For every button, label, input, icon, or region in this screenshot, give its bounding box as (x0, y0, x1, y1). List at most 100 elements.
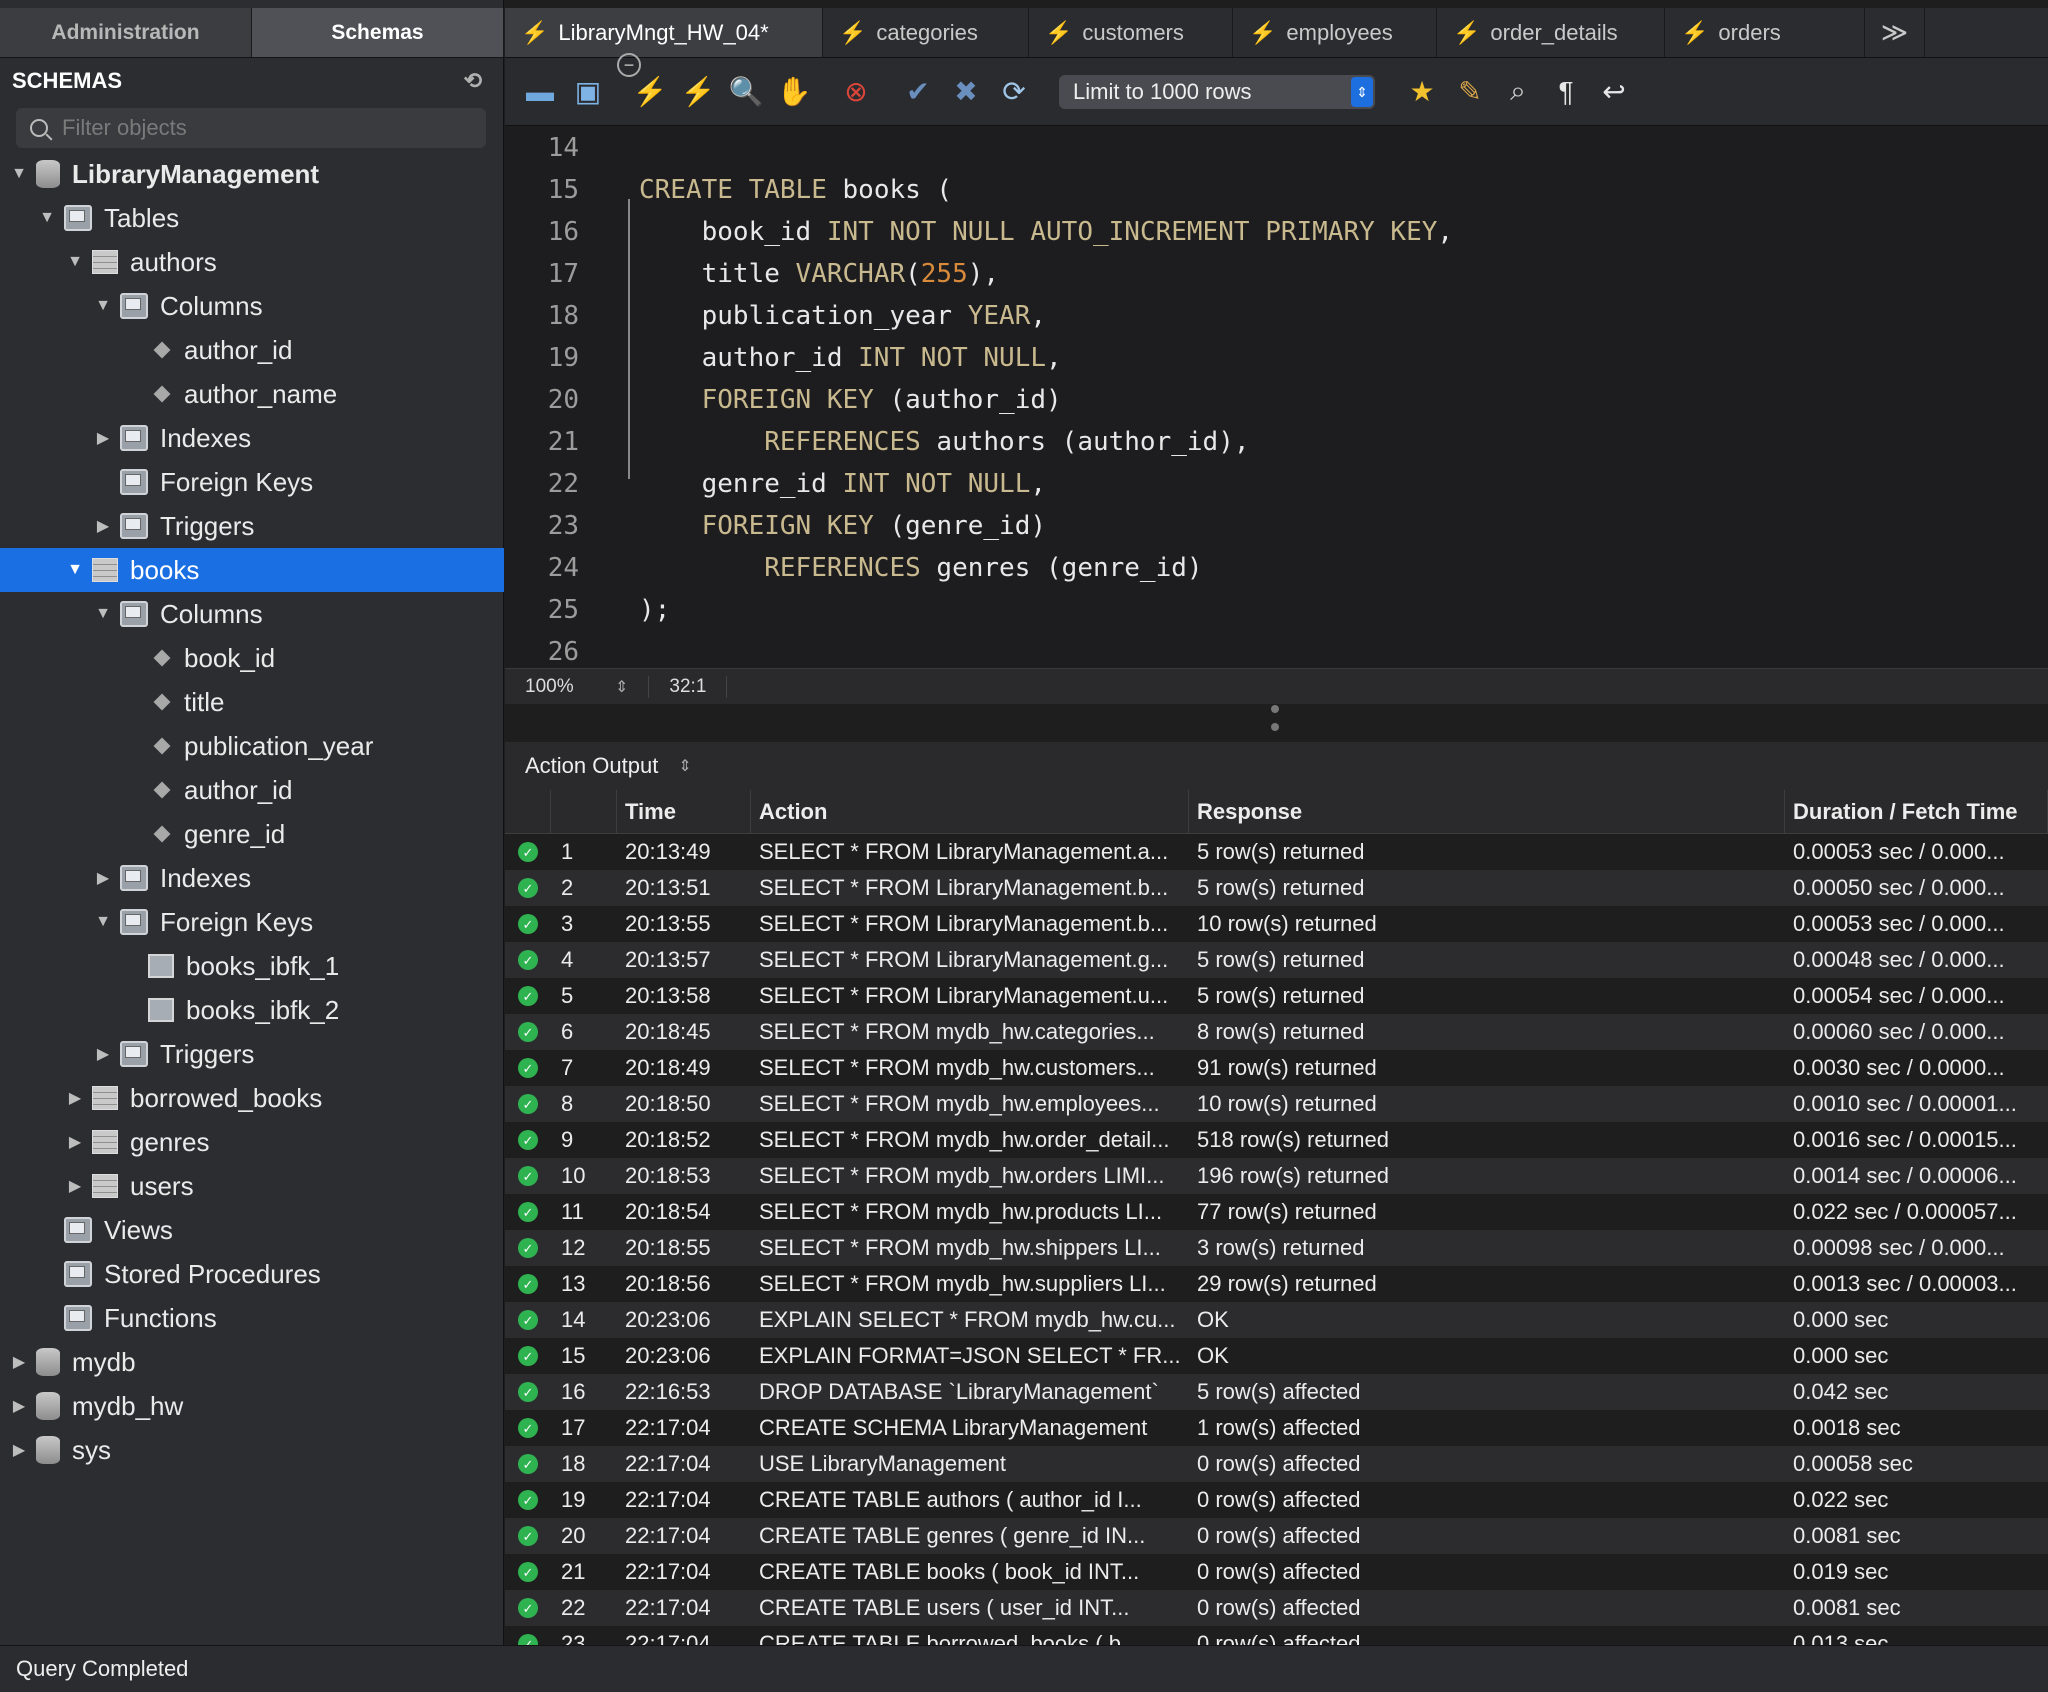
tab-orders[interactable]: ⚡ orders (1665, 8, 1865, 57)
split-handle[interactable] (1270, 700, 1280, 736)
table-row[interactable]: ✓ 22 22:17:04 CREATE TABLE users ( user_id … (505, 1590, 2048, 1626)
tree-item-title[interactable]: title (0, 680, 504, 724)
tree-item-author-id[interactable]: author_id (0, 768, 504, 812)
table-row[interactable]: ✓ 1 20:13:49 SELECT * FROM LibraryManagemen… (505, 834, 2048, 870)
tree-item-mydb-hw[interactable]: ▶ mydb_hw (0, 1384, 504, 1428)
tree-item-mydb[interactable]: ▶ mydb (0, 1340, 504, 1384)
table-row[interactable]: ✓ 4 20:13:57 SELECT * FROM LibraryManagemen… (505, 942, 2048, 978)
tree-item-books[interactable]: ▼ books (0, 548, 504, 592)
save-icon[interactable]: ▣ (571, 75, 605, 109)
tree-item-publication-year[interactable]: publication_year (0, 724, 504, 768)
zoom-stepper-icon[interactable]: ⇕ (615, 677, 628, 697)
tree-item-functions[interactable]: Functions (0, 1296, 504, 1340)
execute-current-icon[interactable]: ⚡ (681, 75, 716, 109)
tree-item-views[interactable]: Views (0, 1208, 504, 1252)
chevron-right-icon[interactable]: ▶ (10, 1396, 28, 1416)
tab-categories[interactable]: ⚡ categories (823, 8, 1029, 57)
execute-icon[interactable]: ⚡ (633, 75, 668, 109)
table-row[interactable]: ✓ 7 20:18:49 SELECT * FROM mydb_hw.customer… (505, 1050, 2048, 1086)
table-row[interactable]: ✓ 12 20:18:55 SELECT * FROM mydb_hw.shipper… (505, 1230, 2048, 1266)
table-row[interactable]: ✓ 18 22:17:04 USE LibraryManagement 0 row(s)… (505, 1446, 2048, 1482)
tree-item-books-ibfk-2[interactable]: books_ibfk_2 (0, 988, 504, 1032)
autocommit-icon[interactable]: ⟳ (997, 75, 1031, 109)
tab-employees[interactable]: ⚡ employees (1233, 8, 1437, 57)
chevron-right-icon[interactable]: ▶ (66, 1088, 84, 1108)
find-icon[interactable]: ⌕ (1501, 75, 1535, 109)
table-row[interactable]: ✓ 20 22:17:04 CREATE TABLE genres ( genre_i… (505, 1518, 2048, 1554)
wrap-icon[interactable]: ↩ (1597, 75, 1631, 109)
tree-item-indexes[interactable]: ▶ Indexes (0, 856, 504, 900)
table-row[interactable]: ✓ 14 20:23:06 EXPLAIN SELECT * FROM mydb_hw… (505, 1302, 2048, 1338)
tree-item-columns[interactable]: ▼ Columns (0, 284, 504, 328)
tab-librarymngt-hw-04-[interactable]: ⚡ LibraryMngt_HW_04* (505, 8, 823, 57)
chevron-right-icon[interactable]: ▶ (94, 428, 112, 448)
row-limit-select[interactable]: Limit to 1000 rows ⇕ (1059, 74, 1375, 109)
output-type-label[interactable]: Action Output (525, 753, 658, 779)
chevron-down-icon[interactable]: ▼ (66, 561, 84, 579)
col-duration[interactable]: Duration / Fetch Time (1785, 790, 2048, 834)
tree-item-authors[interactable]: ▼ authors (0, 240, 504, 284)
tab-order-details[interactable]: ⚡ order_details (1437, 8, 1665, 57)
commit-icon[interactable]: ✔ (901, 75, 935, 109)
beautify-icon[interactable]: ✎ (1453, 75, 1487, 109)
filter-input[interactable] (62, 115, 462, 141)
table-row[interactable]: ✓ 21 22:17:04 CREATE TABLE books ( book_id … (505, 1554, 2048, 1590)
table-row[interactable]: ✓ 5 20:13:58 SELECT * FROM LibraryManagemen… (505, 978, 2048, 1014)
invisible-chars-icon[interactable]: ¶ (1549, 75, 1583, 109)
table-row[interactable]: ✓ 6 20:18:45 SELECT * FROM mydb_hw.categori… (505, 1014, 2048, 1050)
chevron-right-icon[interactable]: ▶ (66, 1176, 84, 1196)
snippet-icon[interactable]: ★ (1405, 75, 1439, 109)
table-row[interactable]: ✓ 16 22:16:53 DROP DATABASE `LibraryManagem… (505, 1374, 2048, 1410)
chevron-down-icon[interactable]: ▼ (94, 913, 112, 931)
rollback-icon[interactable]: ✖ (949, 75, 983, 109)
table-row[interactable]: ✓ 23 22:17:04 CREATE TABLE borrowed_books (… (505, 1626, 2048, 1645)
tree-item-indexes[interactable]: ▶ Indexes (0, 416, 504, 460)
table-row[interactable]: ✓ 2 20:13:51 SELECT * FROM LibraryManagemen… (505, 870, 2048, 906)
table-row[interactable]: ✓ 9 20:18:52 SELECT * FROM mydb_hw.order_de… (505, 1122, 2048, 1158)
tree-item-foreign-keys[interactable]: ▼ Foreign Keys (0, 900, 504, 944)
tree-item-foreign-keys[interactable]: Foreign Keys (0, 460, 504, 504)
tree-item-author-id[interactable]: author_id (0, 328, 504, 372)
tree-item-borrowed-books[interactable]: ▶ borrowed_books (0, 1076, 504, 1120)
tree-item-tables[interactable]: ▼ Tables (0, 196, 504, 240)
table-row[interactable]: ✓ 13 20:18:56 SELECT * FROM mydb_hw.supplie… (505, 1266, 2048, 1302)
tree-item-users[interactable]: ▶ users (0, 1164, 504, 1208)
chevron-right-icon[interactable]: ▶ (94, 868, 112, 888)
col-index[interactable] (551, 790, 617, 834)
tree-item-genre-id[interactable]: genre_id (0, 812, 504, 856)
table-row[interactable]: ✓ 17 22:17:04 CREATE SCHEMA LibraryManageme… (505, 1410, 2048, 1446)
stop-on-error-icon[interactable]: ⊗ (839, 75, 873, 109)
table-row[interactable]: ✓ 19 22:17:04 CREATE TABLE authors ( author… (505, 1482, 2048, 1518)
chevron-right-icon[interactable]: ▶ (66, 1132, 84, 1152)
tree-item-book-id[interactable]: book_id (0, 636, 504, 680)
tree-item-triggers[interactable]: ▶ Triggers (0, 1032, 504, 1076)
chevron-down-icon[interactable]: ▼ (66, 253, 84, 271)
table-row[interactable]: ✓ 15 20:23:06 EXPLAIN FORMAT=JSON SELECT * … (505, 1338, 2048, 1374)
tab-schemas[interactable]: Schemas (252, 8, 504, 57)
explain-icon[interactable]: 🔍 (729, 75, 764, 109)
refresh-icon[interactable]: ⟲ (464, 68, 482, 94)
chevron-down-icon[interactable]: ▼ (94, 297, 112, 315)
stop-icon[interactable]: ✋ (777, 75, 812, 109)
tab-administration[interactable]: Administration (0, 8, 252, 57)
chevron-right-icon[interactable]: ▶ (10, 1440, 28, 1460)
chevron-updown-icon[interactable]: ⇕ (678, 756, 691, 776)
col-time[interactable]: Time (617, 790, 751, 834)
tree-item-triggers[interactable]: ▶ Triggers (0, 504, 504, 548)
chevron-right-icon[interactable]: ▶ (94, 1044, 112, 1064)
chevron-right-icon[interactable]: ▶ (94, 516, 112, 536)
tab-customers[interactable]: ⚡ customers (1029, 8, 1233, 57)
tree-item-librarymanagement[interactable]: ▼ LibraryManagement (0, 152, 504, 196)
fold-toggle-icon[interactable]: − (617, 53, 641, 77)
table-row[interactable]: ✓ 3 20:13:55 SELECT * FROM LibraryManagemen… (505, 906, 2048, 942)
chevron-right-icon[interactable]: ▶ (10, 1352, 28, 1372)
table-row[interactable]: ✓ 8 20:18:50 SELECT * FROM mydb_hw.employee… (505, 1086, 2048, 1122)
tree-item-books-ibfk-1[interactable]: books_ibfk_1 (0, 944, 504, 988)
chevron-down-icon[interactable]: ▼ (10, 165, 28, 183)
tree-item-sys[interactable]: ▶ sys (0, 1428, 504, 1472)
open-folder-icon[interactable]: ▬ (523, 75, 557, 109)
tree-item-columns[interactable]: ▼ Columns (0, 592, 504, 636)
col-status[interactable] (505, 790, 551, 834)
sql-editor[interactable]: 14 15 CREATE TABLE books (16 book_id INT N… (505, 127, 2048, 668)
col-response[interactable]: Response (1189, 790, 1785, 834)
